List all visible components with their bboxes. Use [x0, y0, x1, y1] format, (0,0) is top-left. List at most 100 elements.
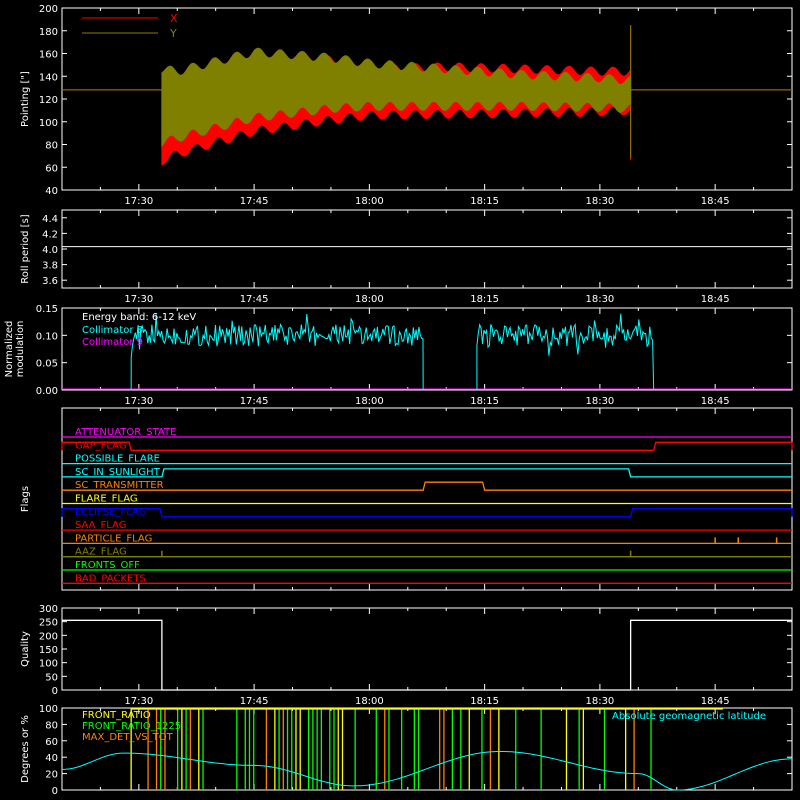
- quality-x-tick-label: 18:45: [701, 696, 730, 707]
- flag-label: AAZ_FLAG: [75, 547, 127, 558]
- roll-frame: [61, 209, 793, 289]
- modulation-panel: 17:30 17:45 18:00 18:15 18:30 18:45 Normalized…: [4, 304, 793, 407]
- quality-y-tick-label: 0: [52, 686, 58, 697]
- geomag-y-tick-label: 20: [45, 770, 58, 781]
- quality-line: [62, 619, 792, 691]
- energy-band-annotation: Energy band: 6-12 keV: [82, 312, 196, 323]
- pointing-x-tick-label: 17:45: [240, 196, 269, 207]
- modulation-y-tick-label: 0.00: [36, 386, 58, 397]
- pointing-y-tick-label: 60: [45, 163, 58, 174]
- flag-line: [62, 468, 792, 478]
- legend-ratio-label: FRONT_RATIO: [82, 710, 151, 721]
- pointing-x-tick-label: 18:45: [701, 196, 730, 207]
- geomag-y-tick-label: 100: [39, 704, 58, 715]
- quality-y-tick-label: 150: [39, 645, 58, 656]
- modulation-x-tick-label: 18:30: [585, 396, 614, 407]
- series-collimator-8: [130, 313, 424, 391]
- quality-x-tick-label: 18:30: [585, 696, 614, 707]
- modulation-x-tick-label: 17:30: [124, 396, 153, 407]
- quality-y-tick-label: 50: [45, 672, 58, 683]
- pointing-x-tick-label: 18:30: [585, 196, 614, 207]
- pointing-x-tick-label: 18:00: [355, 196, 384, 207]
- quality-x-tick-label: 17:30: [124, 696, 153, 707]
- pointing-y-tick-label: 40: [45, 186, 58, 197]
- roll-x-tick-label: 17:45: [240, 294, 269, 305]
- pointing-y-tick-label: 200: [39, 4, 58, 15]
- flag-label: POSSIBLE_FLARE: [75, 454, 160, 465]
- quality-ylabel: Quality: [20, 631, 31, 667]
- pointing-ylabel: Pointing ["]: [20, 71, 31, 127]
- quality-y-tick-label: 200: [39, 631, 58, 642]
- quality-x-tick-label: 17:45: [240, 696, 269, 707]
- geomag-panel: Degrees or % 0 20 40 60 80 100 FRONT_RATIOFRONT…: [20, 704, 793, 797]
- pointing-x-tick-label: 17:30: [124, 196, 153, 207]
- roll-panel: 17:30 17:45 18:00 18:15 18:30 18:45 Roll perio…: [20, 209, 793, 305]
- flag-line: [62, 481, 792, 491]
- flag-line: [61, 441, 793, 451]
- geomag-ylabel: Degrees or %: [20, 715, 31, 783]
- flag-label: SAA_FLAG: [75, 520, 126, 531]
- modulation-y-tick-label: 0.15: [36, 304, 58, 315]
- quality-y-tick-label: 100: [39, 659, 58, 670]
- roll-x-tick-label: 18:15: [470, 294, 499, 305]
- modulation-ylabel: Normalizedmodulation: [4, 321, 26, 378]
- roll-y-tick-label: 4.0: [42, 245, 58, 256]
- modulation-ylabel-line: Normalized: [4, 321, 15, 378]
- geomag-y-tick-label: 0: [52, 786, 58, 797]
- pointing-y-tick-label: 180: [39, 27, 58, 38]
- legend-ratio-label: FRONT_RATIO_1225: [82, 721, 181, 732]
- pointing-y-tick-label: 120: [39, 95, 58, 106]
- flag-label: FLARE_FLAG: [75, 494, 138, 505]
- modulation-x-tick-label: 18:45: [701, 396, 730, 407]
- roll-y-tick-label: 4.4: [42, 214, 58, 225]
- chart-figure: 17:30 17:45 18:00 18:15 18:30 18:45 Pointing […: [4, 4, 793, 797]
- legend-x-label: X: [170, 12, 178, 25]
- modulation-y-tick-label: 0.10: [36, 331, 58, 342]
- flag-label: GAP_FLAG: [75, 440, 127, 451]
- flags-ylabel: Flags: [20, 486, 31, 512]
- series-collimator-8: [476, 313, 655, 391]
- flag-label: BAD_PACKETS: [75, 573, 146, 584]
- pointing-x-tick-label: 18:15: [470, 196, 499, 207]
- roll-x-tick-label: 18:45: [701, 294, 730, 305]
- roll-ylabel: Roll period [s]: [20, 214, 31, 283]
- geomag-y-tick-label: 80: [45, 720, 58, 731]
- flag-label: FRONTS_OFF: [75, 560, 140, 571]
- quality-y-tick-label: 300: [39, 604, 58, 615]
- flags-panel: Flags ATTENUATOR_STATE GAP_FLAG POSSIBLE_FL…: [20, 407, 793, 591]
- flag-label: SC_TRANSMITTER: [75, 480, 164, 491]
- flag-label: ATTENUATOR_STATE: [75, 427, 176, 438]
- pointing-y-tick-label: 160: [39, 50, 58, 61]
- roll-x-tick-label: 18:30: [585, 294, 614, 305]
- flag-label: ECLIPSE_FLAG: [75, 507, 146, 518]
- pointing-y-tick-label: 100: [39, 118, 58, 129]
- quality-panel: 17:30 17:45 18:00 18:15 18:30 18:45 Quality 0 50…: [20, 604, 793, 707]
- flag-label: SC_IN_SUNLIGHT: [75, 467, 161, 478]
- roll-y-tick-label: 3.6: [42, 276, 58, 287]
- legend-y-label: Y: [169, 27, 177, 40]
- legend-collimator-label: Collimator 9: [82, 337, 143, 348]
- quality-y-tick-label: 250: [39, 618, 58, 629]
- modulation-x-tick-label: 18:00: [355, 396, 384, 407]
- quality-x-tick-label: 18:00: [355, 696, 384, 707]
- flag-label: PARTICLE_FLAG: [75, 533, 152, 544]
- roll-x-tick-label: 17:30: [124, 294, 153, 305]
- modulation-x-tick-label: 17:45: [240, 396, 269, 407]
- pointing-panel: 17:30 17:45 18:00 18:15 18:30 18:45 Pointing […: [20, 4, 793, 207]
- quality-x-tick-label: 18:15: [470, 696, 499, 707]
- legend-geomagnetic-label: Absolute geomagnetic latitude: [612, 711, 766, 722]
- series-geomagnetic-latitude: [61, 751, 793, 791]
- modulation-y-tick-label: 0.05: [36, 359, 58, 370]
- flag-line: [61, 508, 793, 518]
- geomag-y-tick-label: 40: [45, 753, 58, 764]
- legend-ratio-label: MAX_DET_VS_TOT: [82, 732, 174, 743]
- pointing-y-tick-label: 140: [39, 72, 58, 83]
- roll-y-tick-label: 4.2: [42, 229, 58, 240]
- modulation-x-tick-label: 18:15: [470, 396, 499, 407]
- modulation-ylabel-line: modulation: [15, 321, 26, 378]
- roll-x-tick-label: 18:00: [355, 294, 384, 305]
- geomag-y-tick-label: 60: [45, 737, 58, 748]
- roll-y-tick-label: 3.8: [42, 261, 58, 272]
- legend-collimator-label: Collimator 8: [82, 325, 143, 336]
- pointing-y-tick-label: 80: [45, 141, 58, 152]
